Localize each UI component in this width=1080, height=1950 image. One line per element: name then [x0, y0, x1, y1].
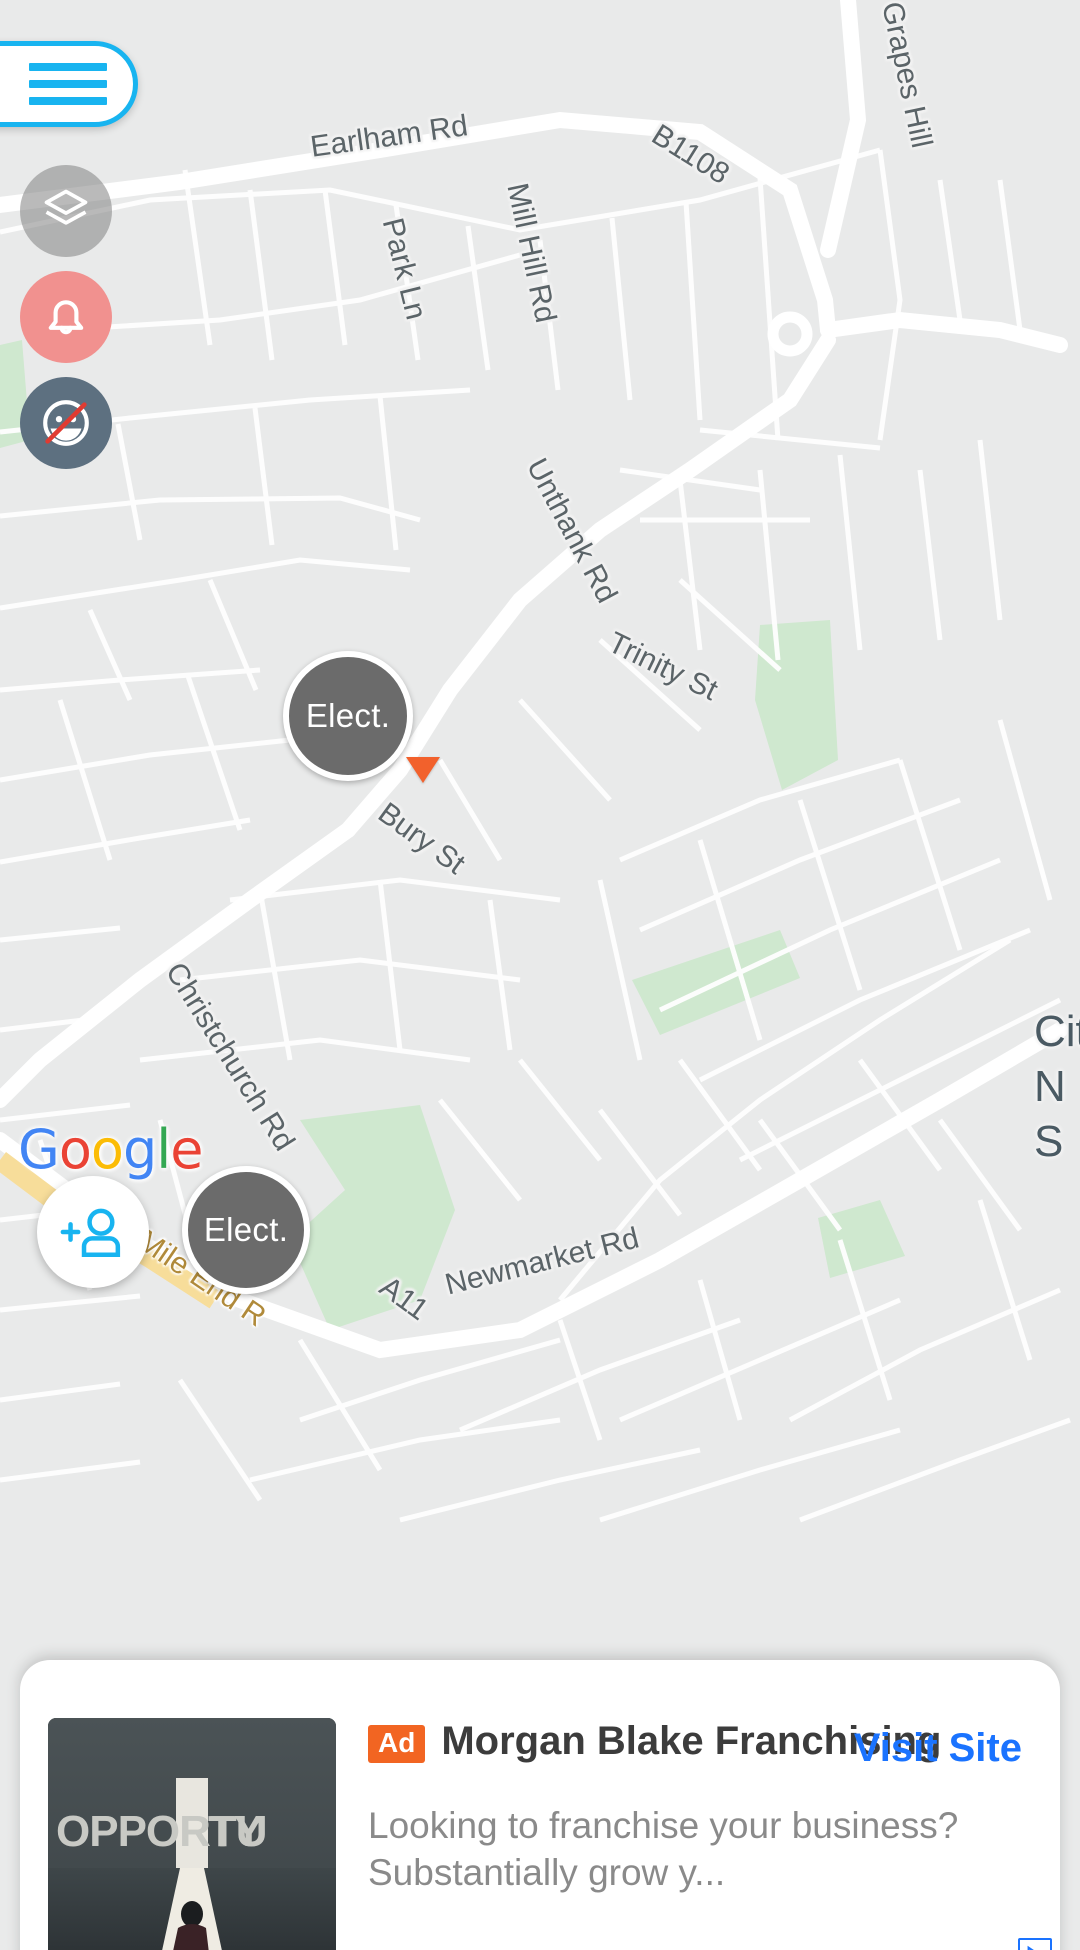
- map-vector-layer: [0, 0, 1071, 1523]
- map-canvas[interactable]: Earlham Rd B1108 Grapes Hill Park Ln Mil…: [0, 0, 1080, 1950]
- alerts-button[interactable]: [20, 271, 112, 363]
- ad-description: Looking to franchise your business? Subs…: [368, 1805, 959, 1894]
- map-layers-button[interactable]: [20, 165, 112, 257]
- svg-text:TY: TY: [208, 1807, 263, 1856]
- add-person-icon: [60, 1208, 121, 1257]
- opportunity-road-illustration: OPPORTU TY: [48, 1718, 336, 1950]
- logo-letter: l: [156, 1118, 171, 1181]
- layers-icon: [44, 189, 88, 225]
- electrician-marker[interactable]: Elect.: [283, 651, 413, 781]
- incognito-mode-button[interactable]: [20, 377, 112, 469]
- menu-button[interactable]: [0, 41, 138, 127]
- advertisement-card[interactable]: OPPORTU TY Ad Morgan Blake Franchising L…: [20, 1660, 1060, 1950]
- bell-icon: [48, 300, 84, 335]
- ad-text-body: Ad Morgan Blake Franchising Looking to f…: [336, 1718, 1032, 1950]
- park-polygons: [0, 340, 905, 1330]
- logo-letter: e: [170, 1118, 203, 1181]
- electrician-marker[interactable]: Elect.: [182, 1166, 310, 1294]
- google-attribution-logo: Google: [18, 1118, 203, 1181]
- logo-letter: g: [122, 1118, 157, 1181]
- adchoices-glyph: [1027, 1945, 1034, 1950]
- marker-label: Elect.: [203, 1211, 289, 1248]
- roundabout: [767, 311, 813, 357]
- user-heading-arrow-icon: [406, 757, 440, 783]
- adchoices-icon[interactable]: [1018, 1938, 1052, 1950]
- ad-thumbnail-image[interactable]: OPPORTU TY: [48, 1718, 336, 1950]
- ad-badge: Ad: [368, 1725, 426, 1763]
- ad-visit-site-link[interactable]: Visit Site: [854, 1726, 1022, 1771]
- hamburger-menu-icon: [29, 54, 107, 114]
- logo-letter: G: [18, 1118, 60, 1181]
- marker-label: Elect.: [305, 697, 391, 734]
- logo-letter: o: [58, 1118, 92, 1181]
- add-person-button[interactable]: [37, 1176, 149, 1288]
- map-app-screen: Earlham Rd B1108 Grapes Hill Park Ln Mil…: [0, 0, 1080, 1950]
- logo-letter: o: [90, 1118, 124, 1181]
- incognito-face-off-icon: [43, 400, 89, 446]
